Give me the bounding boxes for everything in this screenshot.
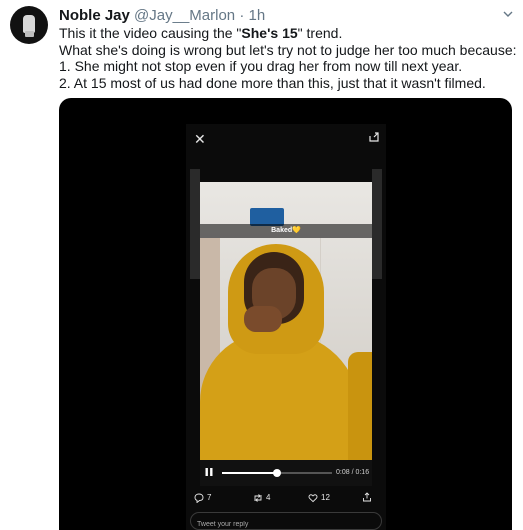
reply-input[interactable] <box>191 516 381 530</box>
video-controls: 0:08 / 0:16 <box>200 460 372 486</box>
chevron-down-icon[interactable] <box>503 9 513 19</box>
video-embed[interactable]: ✕ Baked💛 0:08 / 0:16 7 4 12 Tweet your r… <box>59 98 512 530</box>
reply-count: 7 <box>207 493 212 502</box>
video-side-strip-left <box>190 169 200 279</box>
tweet-line-2: What she's doing is wrong but let's try … <box>59 41 517 58</box>
tweet-line-1-post: " trend. <box>297 25 343 41</box>
tweet-header: Noble Jay @Jay__Marlon · 1h <box>59 7 265 25</box>
tweet-line-3: 1. She might not stop even if you drag h… <box>59 58 463 74</box>
video-actions: 7 4 12 <box>186 486 386 512</box>
share-action[interactable] <box>362 492 372 502</box>
video-caption: Baked💛 <box>271 227 301 234</box>
separator-dot: · <box>239 7 245 24</box>
timecode: 0:08 / 0:16 <box>336 469 370 476</box>
tweet-line-4: 2. At 15 most of us had done more than t… <box>59 74 486 91</box>
hoodie-right <box>348 352 372 460</box>
avatar[interactable] <box>10 6 48 44</box>
close-icon[interactable]: ✕ <box>194 132 206 146</box>
avatar-hand-icon <box>23 15 35 37</box>
author-handle[interactable]: @Jay__Marlon <box>134 7 235 24</box>
retweet-count: 4 <box>266 493 271 502</box>
reply-field[interactable] <box>190 512 382 530</box>
share-icon <box>363 492 371 502</box>
hand <box>244 306 282 332</box>
tweet-text: This it the video causing the "She's 15"… <box>59 25 519 91</box>
like-action[interactable]: 12 <box>308 492 330 504</box>
tweet-time[interactable]: 1h <box>249 7 266 24</box>
tweet: Noble Jay @Jay__Marlon · 1h This it the … <box>0 0 523 530</box>
video-player[interactable]: ✕ Baked💛 0:08 / 0:16 7 4 12 Tweet your r… <box>186 124 386 530</box>
video-frame: Baked💛 <box>200 182 372 460</box>
retweet-action[interactable]: 4 <box>253 492 270 504</box>
author-name[interactable]: Noble Jay <box>59 7 130 24</box>
progress-fill <box>222 472 277 474</box>
tweet-line-1-bold: She's 15 <box>241 25 298 41</box>
like-count: 12 <box>321 493 330 502</box>
heart-icon <box>308 494 318 503</box>
reply-action[interactable]: 7 <box>194 492 211 504</box>
pause-icon[interactable] <box>204 467 214 477</box>
progress-track[interactable] <box>222 469 332 477</box>
expand-icon[interactable] <box>368 131 380 143</box>
tweet-line-1: This it the video causing the "She's 15"… <box>59 25 519 42</box>
video-side-strip-right <box>372 169 382 279</box>
progress-knob[interactable] <box>273 469 281 477</box>
retweet-icon <box>254 494 262 502</box>
tweet-line-1-pre: This it the video causing the " <box>59 25 242 41</box>
reply-icon <box>194 493 204 503</box>
